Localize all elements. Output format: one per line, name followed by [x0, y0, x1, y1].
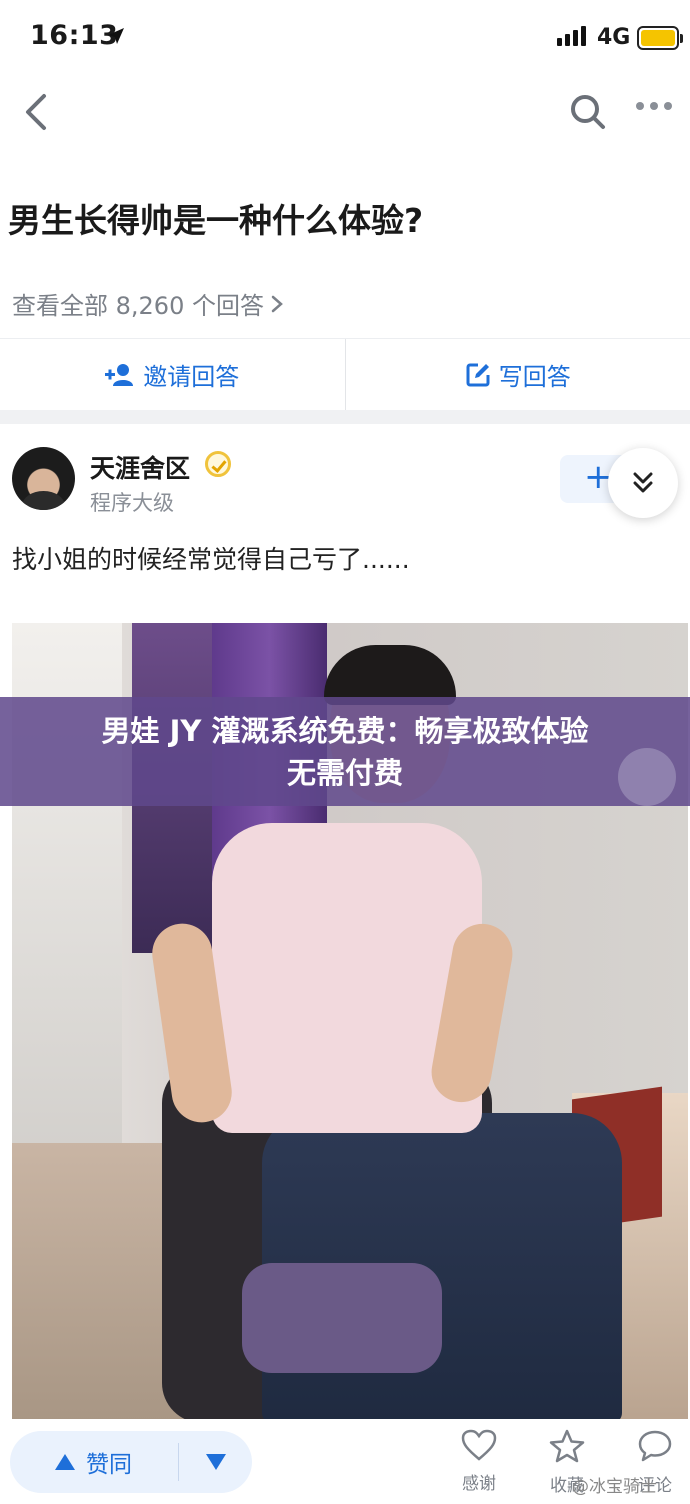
vote-control: 赞同 [10, 1431, 252, 1493]
location-arrow-icon [108, 28, 124, 44]
chevron-left-icon[interactable] [20, 92, 52, 132]
view-all-answers-link[interactable]: 查看全部 8,260 个回答 [12, 286, 284, 321]
author-name[interactable]: 天涯舍区 [90, 449, 190, 485]
overlay-line-2: 无需付费 [286, 755, 403, 790]
upvote-label: 赞同 [86, 1452, 132, 1478]
search-icon[interactable] [568, 92, 608, 132]
view-all-label: 查看全部 8,260 个回答 [12, 292, 264, 320]
question-action-bar: 邀请回答 写回答 [0, 338, 690, 410]
write-answer-button[interactable]: 写回答 [346, 339, 690, 410]
write-answer-label: 写回答 [498, 363, 571, 391]
add-user-icon [105, 363, 134, 386]
status-bar: 16:13 4G [0, 0, 690, 78]
chevrons-down-icon [633, 472, 653, 493]
battery-icon [637, 26, 683, 50]
signal-icon [557, 26, 586, 46]
floating-button[interactable] [618, 748, 676, 806]
overlay-line-1: 男娃 JY 灌溉系统免费：畅享极致体验 [101, 713, 589, 748]
triangle-up-icon [55, 1454, 75, 1470]
thanks-button[interactable]: 感谢 [439, 1429, 519, 1494]
promo-overlay-banner[interactable]: 男娃 JY 灌溉系统免费：畅享极致体验 无需付费 [0, 697, 690, 806]
network-type: 4G [597, 25, 631, 50]
section-separator [0, 410, 690, 424]
author-avatar[interactable] [12, 447, 75, 510]
verified-badge-icon [205, 451, 231, 477]
invite-answer-button[interactable]: 邀请回答 [0, 339, 345, 410]
heart-icon [461, 1429, 497, 1461]
app-screen: 16:13 4G 男生长得帅是一种什么体验? 查看全部 8,260 个回答 邀请… [0, 0, 690, 1504]
collapse-button[interactable] [608, 448, 678, 518]
upvote-button[interactable]: 赞同 [10, 1445, 178, 1479]
invite-answer-label: 邀请回答 [143, 363, 240, 391]
more-horizontal-icon[interactable] [636, 102, 672, 110]
star-icon [549, 1429, 585, 1463]
edit-icon [466, 363, 490, 386]
comment-icon [638, 1430, 672, 1462]
thanks-label: 感谢 [462, 1474, 496, 1494]
answer-text[interactable]: 找小姐的时候经常觉得自己亏了...... [12, 540, 410, 576]
triangle-down-icon [205, 1454, 226, 1470]
watermark: @冰宝骑士 [572, 1477, 657, 1497]
nav-bar [0, 78, 690, 148]
author-headline: 程序大级 [90, 491, 174, 515]
chevron-right-icon [271, 295, 283, 312]
downvote-button[interactable] [179, 1453, 252, 1471]
question-title[interactable]: 男生长得帅是一种什么体验? [8, 194, 423, 242]
